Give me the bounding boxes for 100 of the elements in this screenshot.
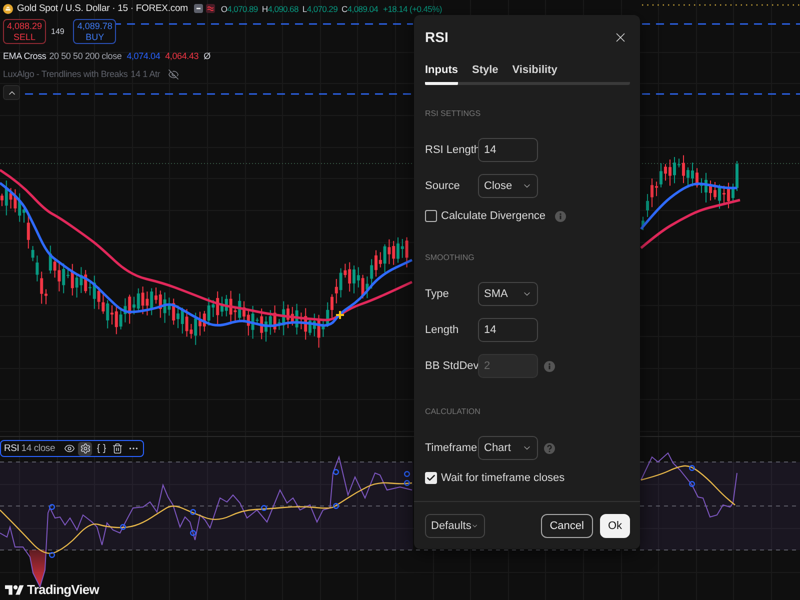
minus-square-icon (194, 4, 203, 13)
bearish-candle (84, 270, 88, 294)
settings-button[interactable] (78, 442, 92, 456)
bullish-candle (48, 245, 52, 274)
collapse-button[interactable] (3, 85, 20, 100)
bearish-candle (273, 304, 276, 334)
number-field[interactable]: 14 (478, 138, 538, 162)
spread-value: 149 (51, 27, 64, 36)
bearish-candle (664, 164, 667, 182)
plus-marker-icon (335, 310, 345, 320)
number-field[interactable]: 14 (478, 318, 538, 342)
circle-marker-icon (261, 505, 267, 511)
dropdown-field[interactable]: SMA (478, 282, 538, 306)
bearish-candle (682, 154, 685, 184)
indicator-value: 4,074.04 (126, 51, 160, 61)
bearish-candle (260, 308, 264, 340)
bearish-candle (172, 298, 176, 326)
logo-icon (5, 584, 24, 596)
tab[interactable]: Style (472, 64, 498, 85)
bearish-candle (128, 294, 132, 324)
bullish-candle (704, 172, 708, 203)
indicator-value: Ø (204, 51, 210, 61)
bullish-candle (673, 156, 676, 184)
bearish-candle (722, 185, 726, 205)
indicator-name: EMA Cross (3, 51, 46, 61)
source-code-button[interactable] (94, 442, 108, 456)
indicator-name: RSI (4, 443, 20, 454)
bearish-candle (317, 314, 320, 348)
delete-button[interactable] (110, 442, 124, 456)
bearish-candle (26, 214, 30, 250)
indicator-params: 14 close (21, 443, 56, 454)
coin-icon (3, 4, 13, 14)
indicator-value: 4,064.43 (165, 51, 199, 61)
defaults-dropdown[interactable]: Defaults (425, 514, 485, 538)
circle-marker-icon (190, 530, 196, 536)
trash-icon (112, 443, 123, 454)
check-icon (426, 473, 436, 483)
circle-marker-icon (689, 481, 695, 487)
settings-icon (80, 443, 91, 454)
tab[interactable]: Visibility (512, 64, 558, 85)
bullish-candle (660, 162, 662, 188)
ohlc-value: H4,090.68 (262, 4, 298, 14)
ohlc-value: C4,089.04 (342, 4, 378, 14)
checkbox[interactable] (425, 210, 437, 222)
circle-marker-icon (689, 465, 695, 471)
brand-name: TradingView (27, 582, 99, 597)
indicator-name: LuxAlgo - Trendlines with Breaks (3, 69, 128, 79)
checkbox-label: Calculate Divergence (441, 210, 546, 222)
bearish-candle (0, 193, 4, 207)
bullish-candle (150, 288, 154, 316)
eye-off-icon[interactable] (168, 68, 180, 80)
bullish-candle (686, 166, 690, 188)
bullish-candle (4, 180, 8, 216)
ohlc-value: L4,070.29 (302, 4, 338, 14)
buy-button[interactable]: 4,089.78 BUY (73, 19, 116, 44)
section-heading: SMOOTHING (425, 252, 476, 264)
bullish-candle (718, 184, 721, 210)
indicator-params: 14 1 Atr (130, 69, 160, 79)
field-label: Timeframe (425, 442, 478, 454)
circle-marker-icon (49, 552, 55, 558)
dropdown-field[interactable]: Close (478, 174, 538, 198)
bullish-candle (106, 300, 110, 329)
bullish-candle (700, 178, 703, 194)
circle-marker-icon (333, 469, 339, 475)
wave-icon (206, 4, 215, 13)
bearish-candle (655, 181, 658, 197)
eye-icon (64, 443, 75, 454)
field-label: Source (425, 180, 461, 192)
bearish-candle (709, 180, 712, 201)
bearish-candle (727, 182, 730, 209)
bearish-candle (650, 178, 654, 208)
bullish-candle (238, 293, 242, 323)
section-heading: RSI SETTINGS (425, 108, 482, 120)
bearish-candle (216, 290, 220, 325)
indicator-params: 20 50 50 200 close (49, 51, 122, 61)
field-label: BB StdDev (425, 360, 478, 372)
bullish-candle (678, 158, 680, 168)
bearish-candle (714, 182, 716, 200)
ohlc-value: O4,070.89 (220, 4, 258, 14)
field-label: Length (425, 324, 460, 336)
cancel-button[interactable]: Cancel (540, 514, 593, 538)
symbol-title: Gold Spot / U.S. Dollar · 15 · FOREX.com (17, 3, 188, 14)
field-label: Type (425, 288, 450, 300)
bearish-candle (405, 236, 408, 268)
price-change: +18.14 (+0.45%) (383, 4, 442, 14)
bullish-candle (642, 216, 644, 231)
circle-marker-icon (190, 509, 196, 515)
circle-marker-icon (404, 480, 410, 486)
braces-icon (96, 443, 107, 454)
bullish-candle (295, 303, 298, 335)
dropdown-field[interactable]: Chart (478, 436, 538, 460)
sell-button[interactable]: 4,088.29 SELL (3, 19, 46, 44)
checkbox-label: Wait for timeframe closes (441, 472, 565, 484)
bearish-candle (668, 159, 672, 186)
bullish-candle (383, 244, 386, 273)
bearish-candle (70, 263, 74, 296)
ok-button[interactable]: Ok (600, 514, 630, 538)
circle-marker-icon (404, 471, 410, 477)
bearish-candle (361, 274, 364, 299)
tab[interactable]: Inputs (425, 64, 458, 85)
